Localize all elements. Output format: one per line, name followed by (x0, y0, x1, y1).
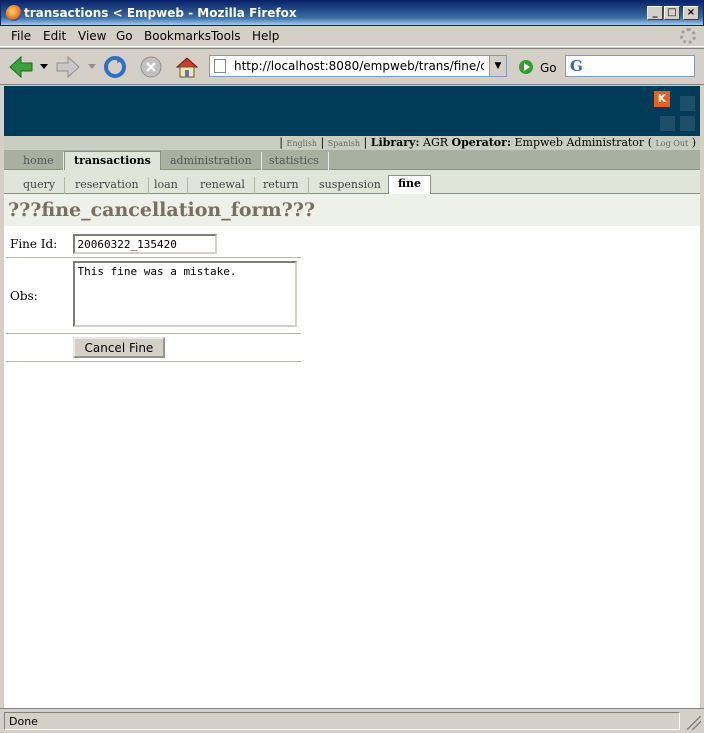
subtab-return[interactable]: return (254, 177, 309, 194)
status-bar: Done (0, 708, 704, 733)
page-icon (214, 59, 226, 73)
library-value: AGR (423, 136, 449, 149)
subtab-renewal[interactable]: renewal (191, 177, 255, 194)
obs-textarea[interactable]: This fine was a mistake. (72, 261, 297, 327)
tab-administration[interactable]: administration (161, 152, 262, 170)
menu-file[interactable]: File (11, 29, 31, 43)
tab-statistics[interactable]: statistics (260, 152, 329, 170)
url-text[interactable]: http://localhost:8080/empweb/trans/fine/… (234, 59, 484, 73)
resize-grip-icon[interactable] (687, 716, 701, 730)
go-button[interactable]: Go (540, 61, 557, 75)
tab-transactions[interactable]: transactions (64, 151, 161, 171)
forward-arrow-icon[interactable] (55, 55, 81, 79)
url-dropdown-icon[interactable]: ▼ (489, 56, 506, 76)
cancel-fine-button[interactable]: Cancel Fine (72, 337, 166, 358)
menu-bar: File Edit View Go Bookmarks Tools Help (0, 26, 704, 47)
menu-tools[interactable]: Tools (211, 29, 241, 43)
form-row-obs: Obs: This fine was a mistake. (6, 257, 301, 334)
menu-view[interactable]: View (78, 29, 106, 43)
decor-square (680, 96, 695, 111)
page-content: K | English | Spanish | Library: AGR Ope… (4, 86, 700, 708)
fine-id-input[interactable] (72, 234, 217, 254)
page-title: ???fine_cancellation_form??? (4, 194, 700, 226)
subtab-loan[interactable]: loan (145, 177, 188, 194)
menu-bookmarks[interactable]: Bookmarks (144, 29, 211, 43)
fine-cancellation-form: Fine Id: Obs: This fine was a mistake. C… (6, 231, 301, 362)
form-row-submit: Cancel Fine (6, 333, 301, 362)
status-text: Done (4, 712, 680, 730)
window-title: transactions < Empweb - Mozilla Firefox (24, 6, 297, 20)
search-input[interactable]: G (565, 55, 695, 77)
subtab-query[interactable]: query (14, 177, 66, 194)
session-info-bar: | English | Spanish | Library: AGR Opera… (4, 136, 700, 150)
firefox-icon (6, 5, 22, 21)
url-bar[interactable]: http://localhost:8080/empweb/trans/fine/… (209, 55, 507, 77)
reload-icon[interactable] (102, 55, 128, 79)
language-english-link[interactable]: English (286, 139, 317, 148)
form-row-fine-id: Fine Id: (6, 231, 301, 258)
throbber-icon (680, 28, 696, 44)
decor-square (680, 116, 695, 131)
logo-icon: K (654, 91, 670, 107)
stop-icon[interactable] (138, 55, 164, 79)
menu-go[interactable]: Go (116, 29, 133, 43)
menu-edit[interactable]: Edit (43, 29, 66, 43)
go-icon[interactable] (519, 60, 533, 74)
subtab-reservation[interactable]: reservation (66, 177, 149, 194)
decor-square (660, 116, 675, 131)
minimize-button[interactable]: _ (647, 6, 663, 20)
google-icon: G (570, 57, 583, 75)
home-icon[interactable] (174, 55, 200, 79)
forward-dropdown-icon[interactable] (88, 64, 96, 70)
app-banner: K (4, 86, 700, 136)
maximize-button[interactable]: □ (664, 6, 680, 20)
library-label: Library: (370, 136, 420, 149)
obs-label: Obs: (6, 257, 69, 334)
menu-help[interactable]: Help (252, 29, 279, 43)
main-tabs: home transactions administration statist… (4, 150, 700, 171)
fine-id-label: Fine Id: (6, 231, 69, 258)
back-dropdown-icon[interactable] (40, 64, 48, 70)
operator-label: Operator: (451, 136, 511, 149)
operator-value: Empweb Administrator (514, 136, 645, 149)
subtab-fine[interactable]: fine (388, 175, 431, 195)
window-titlebar: transactions < Empweb - Mozilla Firefox … (0, 0, 704, 26)
sub-tabs: query reservation loan renewal return su… (4, 170, 700, 195)
back-arrow-icon[interactable] (8, 55, 34, 79)
language-spanish-link[interactable]: Spanish (328, 139, 360, 148)
logout-link[interactable]: Log Out (655, 139, 688, 148)
subtab-suspension[interactable]: suspension (310, 177, 391, 194)
tab-home[interactable]: home (14, 152, 64, 170)
close-button[interactable]: × (683, 6, 699, 20)
